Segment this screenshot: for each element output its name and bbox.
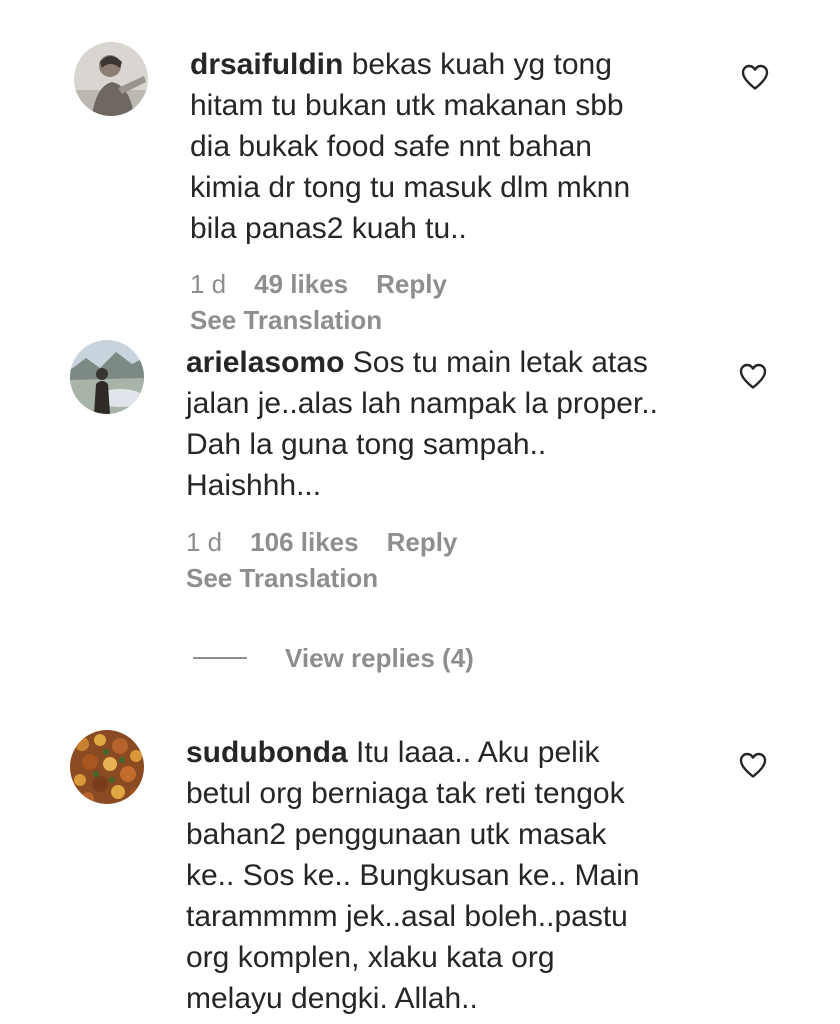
comment-text: drsaifuldin bekas kuah yg tong hitam tu … <box>190 44 730 249</box>
comment-username[interactable]: drsaifuldin <box>190 48 343 81</box>
person-photo-avatar-icon <box>74 42 148 116</box>
reply-button[interactable]: Reply <box>387 527 458 557</box>
heart-outline-icon[interactable] <box>738 751 768 779</box>
comment-text: sudubonda Itu laaa.. Aku pelik betul org… <box>186 732 736 1019</box>
replies-divider <box>193 657 247 659</box>
avatar[interactable] <box>74 42 148 116</box>
see-translation-link[interactable]: See Translation <box>186 560 378 596</box>
see-translation-link[interactable]: See Translation <box>190 302 382 338</box>
avatar[interactable] <box>70 340 144 414</box>
comment-username[interactable]: arielasomo <box>186 346 344 379</box>
comment-likes[interactable]: 49 likes <box>254 269 348 299</box>
view-replies-label: View replies (4) <box>285 642 474 673</box>
avatar[interactable] <box>70 730 144 804</box>
view-replies-button[interactable]: View replies (4) <box>193 640 474 676</box>
heart-outline-icon[interactable] <box>740 63 770 91</box>
comment-meta: 1 d 49 likes Reply <box>190 266 475 302</box>
reply-button[interactable]: Reply <box>376 269 447 299</box>
comment-meta: 1 d 106 likes Reply <box>186 524 485 560</box>
comment-body: Itu laaa.. Aku pelik betul org berniaga … <box>186 736 640 1015</box>
comment-time: 1 d <box>190 269 227 299</box>
comment-username[interactable]: sudubonda <box>186 736 348 769</box>
heart-outline-icon[interactable] <box>738 362 768 390</box>
comment-time: 1 d <box>186 527 223 557</box>
food-pattern-avatar-icon <box>70 730 144 804</box>
landscape-photo-avatar-icon <box>70 340 144 414</box>
comment-text: arielasomo Sos tu main letak atas jalan … <box>186 342 736 506</box>
comment-likes[interactable]: 106 likes <box>250 527 358 557</box>
